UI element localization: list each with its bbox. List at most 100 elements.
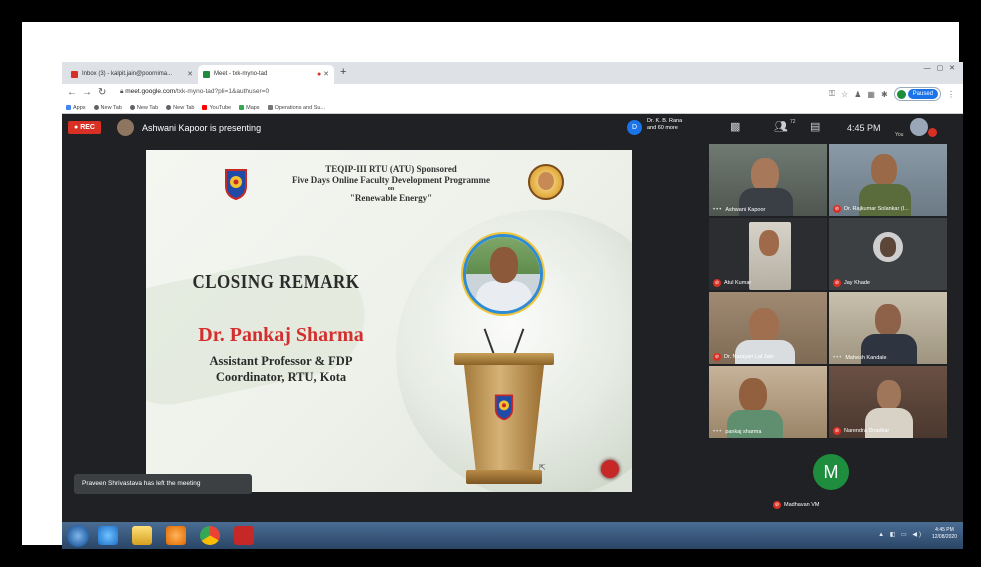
- participant-tile[interactable]: ⊘ Jay Khade: [829, 218, 947, 290]
- start-button[interactable]: [67, 525, 89, 547]
- closing-remark-title: CLOSING REMARK: [192, 270, 360, 293]
- participant-face: [875, 304, 901, 336]
- mic-off-icon: ⊘: [833, 279, 841, 287]
- address-bar[interactable]: 🔒︎ meet.google.com/txk-myno-tad?pli=1&au…: [120, 88, 269, 96]
- puzzle-icon[interactable]: ✱: [881, 90, 888, 99]
- header-line1: TEQIP-III RTU (ATU) Sponsored: [325, 164, 457, 174]
- globe-icon: [166, 105, 172, 110]
- presentation-slide: TEQIP-III RTU (ATU) Sponsored Five Days …: [146, 150, 632, 492]
- star-icon[interactable]: ☆: [841, 90, 848, 99]
- participant-name: Narendra Diradkar: [844, 428, 890, 434]
- participant-tile[interactable]: ••• Mahesh Kandale: [829, 292, 947, 364]
- participant-face: [739, 378, 767, 412]
- chrome-icon[interactable]: [200, 526, 220, 545]
- bookmark-label: New Tab: [100, 105, 122, 111]
- toolbar-icons: ⚿ ☆ ♟ ▦ ✱ Paused ⋮: [829, 87, 955, 101]
- clock-date: 12/08/2020: [931, 534, 957, 540]
- podium-logo: [494, 394, 514, 421]
- participants-summary[interactable]: Dr. K. B. Rana and 60 more: [647, 118, 682, 132]
- browser-tabstrip: Inbox (3) - kalpit.jain@poornima... ✕ Me…: [62, 62, 963, 84]
- extension-icon[interactable]: ♟: [854, 90, 861, 99]
- participant-avatar: M: [813, 454, 849, 490]
- more-icon: •••: [833, 355, 843, 361]
- pdf-icon[interactable]: [234, 526, 254, 545]
- mic-off-icon: ⊘: [713, 353, 721, 361]
- tab-inbox[interactable]: Inbox (3) - kalpit.jain@poornima... ✕: [66, 65, 198, 84]
- photo-face: [490, 247, 518, 283]
- participant-name: Dr. Narayan Lal Jain: [724, 354, 774, 360]
- slide-header: TEQIP-III RTU (ATU) Sponsored Five Days …: [236, 164, 546, 204]
- key-icon[interactable]: ⚿: [829, 89, 835, 99]
- participant-tile[interactable]: ••• pankaj sharma: [709, 366, 827, 438]
- tile-label: ⊘ Jay Khade: [833, 279, 870, 287]
- participants-line1: Dr. K. B. Rana: [647, 118, 683, 124]
- taskbar-clock[interactable]: 4:45 PM 12/08/2020: [932, 527, 957, 541]
- presenting-text: Ashwani Kapoor is presenting: [142, 123, 262, 133]
- cursor-icon: ⇱: [539, 463, 546, 472]
- mic-off-icon: [928, 128, 937, 137]
- people-icon[interactable]: 👥︎: [774, 120, 788, 133]
- folder-icon[interactable]: [132, 526, 152, 545]
- new-tab-button[interactable]: +: [340, 66, 346, 78]
- bookmark-youtube[interactable]: YouTube: [202, 105, 232, 111]
- participant-face: [880, 237, 896, 257]
- url-host: meet.google.com: [125, 88, 176, 95]
- photo-frame: Inbox (3) - kalpit.jain@poornima... ✕ Me…: [22, 22, 963, 549]
- browser-toolbar: ← → ↻ 🔒︎ meet.google.com/txk-myno-tad?pl…: [62, 84, 963, 102]
- tile-label: ⊘ Dr. Narayan Lal Jain: [713, 353, 774, 361]
- close-icon[interactable]: ✕: [187, 70, 193, 78]
- self-avatar[interactable]: [910, 118, 928, 136]
- ie-icon[interactable]: [98, 526, 118, 545]
- tab-label: Inbox (3) - kalpit.jain@poornima...: [82, 71, 173, 77]
- participant-name: Dr. Rajkumar Solankar (I...: [844, 206, 909, 212]
- bookmark-newtab[interactable]: New Tab: [166, 105, 194, 111]
- tile-label: ••• Ashwani Kapoor: [713, 207, 765, 213]
- clock-time: 4:45 PM: [935, 527, 954, 533]
- bookmark-newtab[interactable]: New Tab: [129, 105, 158, 111]
- reload-icon[interactable]: ↻: [98, 87, 106, 98]
- close-icon[interactable]: ● ✕: [317, 70, 329, 78]
- mic-off-icon: ⊘: [713, 279, 721, 287]
- menu-icon[interactable]: ⋮: [947, 90, 955, 99]
- chat-icon[interactable]: ▤: [810, 120, 820, 133]
- people-count: 72: [790, 119, 796, 125]
- participant-tile[interactable]: ⊘ Dr. Rajkumar Solankar (I...: [829, 144, 947, 216]
- participant-avatar: D: [627, 120, 642, 135]
- profile-paused-button[interactable]: Paused: [893, 87, 941, 101]
- role-line1: Assistant Professor & FDP: [209, 354, 353, 368]
- more-icon: •••: [713, 207, 723, 213]
- bookmark-newtab[interactable]: New Tab: [93, 105, 122, 111]
- participant-tile[interactable]: ⊘ Dr. Narayan Lal Jain: [709, 292, 827, 364]
- participant-tile[interactable]: M ⊘ Madhavan VM: [769, 440, 887, 512]
- window-controls[interactable]: — ▢ ✕: [924, 64, 957, 72]
- media-player-icon[interactable]: [166, 526, 186, 545]
- bookmarks-bar: Apps New Tab New Tab New Tab YouTube Map…: [62, 102, 963, 114]
- bookmark-label: Maps: [246, 105, 260, 111]
- bookmark-apps[interactable]: Apps: [66, 105, 86, 111]
- participant-face: [759, 230, 779, 256]
- system-tray[interactable]: ▲ ◧ ▭ ◀): [878, 531, 923, 538]
- bookmark-maps[interactable]: Maps: [239, 105, 260, 111]
- bookmark-operations[interactable]: Operations and Su...: [267, 105, 325, 111]
- tile-label: ⊘ Atul Kumar: [713, 279, 751, 287]
- meet-top-bar: ● REC Ashwani Kapoor is presenting D Dr.…: [62, 114, 963, 142]
- participant-name: pankaj sharma: [725, 429, 762, 435]
- participant-tile[interactable]: ••• Ashwani Kapoor: [709, 144, 827, 216]
- tab-meet[interactable]: Meet - txk-myno-tad ● ✕: [198, 65, 334, 84]
- windows-taskbar: ▲ ◧ ▭ ◀) 4:45 PM 12/08/2020: [62, 522, 963, 549]
- speaker-role: Assistant Professor & FDP Coordinator, R…: [146, 353, 416, 385]
- participant-face: [751, 158, 779, 192]
- back-icon[interactable]: ←: [67, 87, 77, 98]
- meet-icon: [203, 71, 210, 78]
- bookmark-label: YouTube: [209, 105, 232, 111]
- podium-base: [466, 470, 542, 484]
- participant-tile[interactable]: ⊘ Narendra Diradkar: [829, 366, 947, 438]
- url-path: /txk-myno-tad?pli=1&authuser=0: [175, 88, 270, 95]
- captions-icon[interactable]: ▩: [730, 120, 740, 133]
- forward-icon[interactable]: →: [82, 87, 92, 98]
- grid-icon[interactable]: ▦: [867, 90, 875, 99]
- participant-name: Jay Khade: [844, 280, 870, 286]
- participant-tile[interactable]: ⊘ Atul Kumar: [709, 218, 827, 290]
- photo-body: [476, 281, 532, 311]
- speaker-name: Dr. Pankaj Sharma: [198, 324, 364, 346]
